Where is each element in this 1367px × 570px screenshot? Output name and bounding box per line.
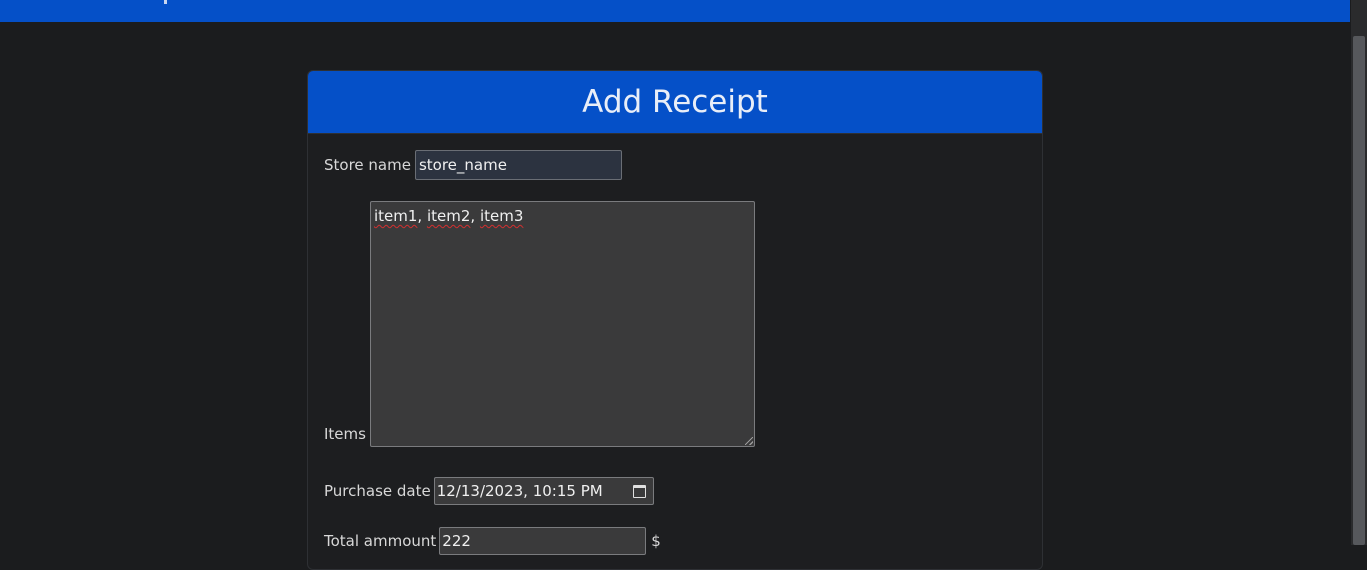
items-row: Items item1, item2, item3: [324, 201, 755, 447]
calendar-icon[interactable]: [632, 484, 646, 498]
total-amount-value: 222: [442, 532, 471, 550]
items-token-2: item2: [426, 207, 471, 225]
purchase-date-label: Purchase date: [324, 482, 431, 500]
total-amount-label: Total ammount: [324, 532, 437, 550]
top-navbar: [0, 0, 1350, 22]
currency-symbol: $: [651, 532, 661, 550]
items-label: Items: [324, 425, 366, 443]
card-header: Add Receipt: [308, 71, 1042, 134]
total-amount-input[interactable]: 222: [439, 527, 647, 555]
items-separator-1: ,: [417, 207, 427, 225]
items-token-3: item3: [479, 207, 524, 225]
purchase-date-value: 12/13/2023, 10:15 PM: [436, 482, 603, 500]
store-name-row: Store name store_name: [324, 150, 622, 180]
purchase-date-input[interactable]: 12/13/2023, 10:15 PM: [433, 477, 654, 505]
total-amount-row: Total ammount 222 $: [324, 527, 661, 555]
items-separator-2: ,: [470, 207, 480, 225]
store-name-value: store_name: [418, 156, 507, 174]
store-name-label: Store name: [324, 156, 411, 174]
textarea-resize-handle[interactable]: [744, 437, 753, 445]
scrollbar-thumb[interactable]: [1353, 36, 1365, 545]
navbar-text-fragment: [164, 0, 167, 4]
purchase-date-row: Purchase date 12/13/2023, 10:15 PM: [324, 477, 654, 505]
store-name-input[interactable]: store_name: [414, 150, 622, 180]
items-token-1: item1: [373, 207, 418, 225]
add-receipt-card: Add Receipt Store name store_name Items …: [307, 70, 1043, 570]
page-scrollbar[interactable]: [1350, 0, 1367, 545]
page-title: Add Receipt: [582, 84, 768, 120]
items-textarea[interactable]: item1, item2, item3: [369, 201, 755, 447]
